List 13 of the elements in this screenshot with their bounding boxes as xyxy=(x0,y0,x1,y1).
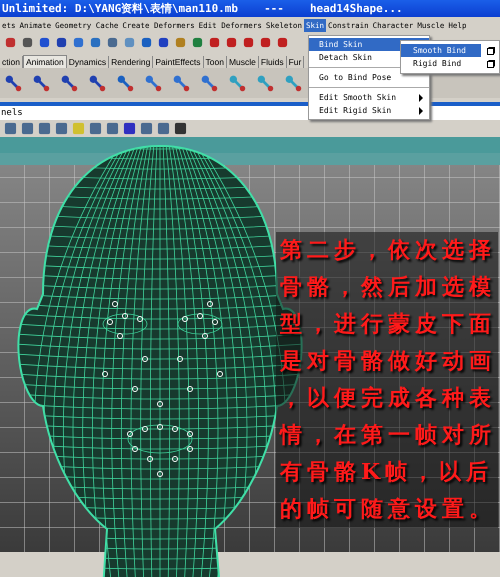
window-title: Unlimited: D:\YANG资料\表情\man110.mb xyxy=(2,1,238,16)
menu-item[interactable]: Smooth Bind xyxy=(401,44,481,57)
square-icon[interactable] xyxy=(123,122,136,135)
menu-item[interactable]: Rigid Bind xyxy=(401,57,481,70)
option-box-icon[interactable] xyxy=(487,60,495,68)
option-box-icon[interactable] xyxy=(487,46,495,54)
caption-text: 第二步，依次选择骨骼，然后加选模型，进行蒙皮下面是对骨骼做好动画，以便完成各种表情，在第一帧对所有骨骼K帧，以后的帧可随意设置。 xyxy=(276,232,498,528)
menu-item[interactable]: Edit Smooth Skin xyxy=(309,87,429,104)
window-title: head14Shape... xyxy=(310,2,403,15)
shelf-tab[interactable]: Animation xyxy=(22,55,67,68)
menu-item[interactable]: Edit Rigid Skin xyxy=(309,104,429,117)
panel-menu-item[interactable]: nels xyxy=(1,108,23,118)
window-title: --- xyxy=(264,2,284,15)
